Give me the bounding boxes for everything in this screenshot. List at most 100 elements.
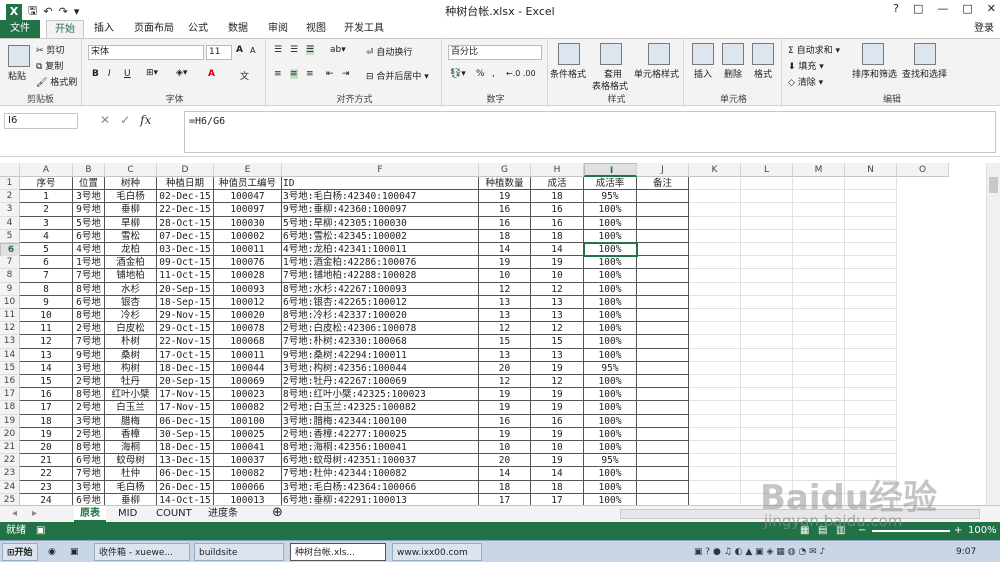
table-cell[interactable]: 100% bbox=[584, 322, 637, 336]
row-header[interactable]: 22 bbox=[0, 454, 20, 468]
table-cell[interactable]: 3号地:毛白杨:42340:100047 bbox=[282, 190, 479, 204]
table-cell[interactable]: 18 bbox=[531, 190, 584, 204]
table-cell[interactable] bbox=[793, 269, 845, 283]
header-cell[interactable]: 成活 bbox=[531, 177, 584, 191]
table-cell[interactable]: 100% bbox=[584, 295, 637, 309]
table-cell[interactable]: 100082 bbox=[214, 401, 282, 415]
font-size-select[interactable]: 11 bbox=[206, 45, 232, 60]
decimal-icons[interactable]: ←.0 .00 bbox=[506, 69, 536, 78]
table-cell[interactable]: 腊梅 bbox=[105, 414, 157, 428]
table-cell[interactable]: 8号地 bbox=[73, 388, 105, 402]
table-cell[interactable] bbox=[689, 493, 741, 505]
table-cell[interactable] bbox=[689, 282, 741, 296]
zoom-level[interactable]: 100% bbox=[968, 522, 997, 540]
table-cell[interactable]: 2号地:白玉兰:42325:100082 bbox=[282, 401, 479, 415]
table-cell[interactable]: 19 bbox=[531, 361, 584, 375]
table-cell[interactable]: 29-Nov-15 bbox=[157, 309, 214, 323]
table-cell[interactable] bbox=[845, 309, 897, 323]
table-cell[interactable]: 100041 bbox=[214, 441, 282, 455]
table-cell[interactable]: 19 bbox=[531, 427, 584, 441]
table-cell[interactable]: 02-Dec-15 bbox=[157, 190, 214, 204]
table-cell[interactable]: 1号地 bbox=[73, 256, 105, 270]
close-button[interactable]: ✕ bbox=[987, 2, 996, 15]
table-cell[interactable] bbox=[793, 243, 845, 257]
row-header[interactable]: 12 bbox=[0, 322, 20, 336]
table-cell[interactable]: 12 bbox=[531, 282, 584, 296]
row-header[interactable]: 21 bbox=[0, 441, 20, 455]
table-cell[interactable] bbox=[741, 309, 793, 323]
align-center-icon[interactable]: ≡ bbox=[290, 69, 298, 79]
table-cell[interactable]: 10 bbox=[479, 441, 531, 455]
shrink-font-button[interactable]: A bbox=[250, 46, 255, 55]
taskbar-item-buildsite[interactable]: buildsite bbox=[194, 543, 284, 561]
row-header[interactable]: 3 bbox=[0, 203, 20, 217]
table-cell[interactable]: 100% bbox=[584, 216, 637, 230]
table-cell[interactable]: 2号地:香樟:42277:100025 bbox=[282, 427, 479, 441]
table-cell[interactable]: 14 bbox=[479, 243, 531, 257]
top-align-icon[interactable]: ☰ bbox=[274, 45, 282, 55]
table-cell[interactable]: 12 bbox=[531, 322, 584, 336]
sheet-tab-progress[interactable]: 进度条 bbox=[202, 506, 244, 522]
row-header[interactable]: 20 bbox=[0, 427, 20, 441]
find-select-icon[interactable] bbox=[914, 43, 936, 65]
table-cell[interactable] bbox=[637, 335, 689, 349]
table-cell[interactable]: 100097 bbox=[214, 203, 282, 217]
table-cell[interactable]: 12 bbox=[479, 375, 531, 389]
table-cell[interactable]: 100100 bbox=[214, 414, 282, 428]
table-cell[interactable]: 13 bbox=[531, 309, 584, 323]
table-cell[interactable] bbox=[845, 177, 897, 191]
table-cell[interactable]: 100093 bbox=[214, 282, 282, 296]
taskbar-item-excel[interactable]: 种树台帐.xls... bbox=[290, 543, 386, 561]
table-cell[interactable]: 6 bbox=[20, 256, 73, 270]
table-cell[interactable]: 16 bbox=[531, 203, 584, 217]
table-cell[interactable]: 100076 bbox=[214, 256, 282, 270]
table-cell[interactable]: 8号地:冷杉:42337:100020 bbox=[282, 309, 479, 323]
table-cell[interactable] bbox=[793, 388, 845, 402]
browser-icon[interactable]: ◉ bbox=[44, 543, 62, 561]
table-cell[interactable]: 7号地 bbox=[73, 335, 105, 349]
row-header[interactable]: 7 bbox=[0, 256, 20, 270]
row-header[interactable]: 4 bbox=[0, 216, 20, 230]
table-cell[interactable] bbox=[793, 348, 845, 362]
table-cell[interactable] bbox=[793, 335, 845, 349]
table-cell[interactable]: 95% bbox=[584, 190, 637, 204]
table-cell[interactable]: 100066 bbox=[214, 480, 282, 494]
table-cell[interactable]: 桑树 bbox=[105, 348, 157, 362]
header-cell[interactable]: 位置 bbox=[73, 177, 105, 191]
tab-insert[interactable]: 插入 bbox=[86, 20, 122, 38]
font-color-button[interactable]: A bbox=[208, 69, 215, 79]
bold-button[interactable]: B bbox=[92, 69, 99, 79]
bottom-align-icon[interactable]: ☰ bbox=[306, 45, 315, 55]
tab-review[interactable]: 审阅 bbox=[260, 20, 296, 38]
fill-color-icon[interactable]: ◈▾ bbox=[176, 68, 187, 78]
table-cell[interactable]: 100% bbox=[584, 388, 637, 402]
header-cell[interactable]: 备注 bbox=[637, 177, 689, 191]
tab-developer[interactable]: 开发工具 bbox=[336, 20, 392, 38]
table-cell[interactable] bbox=[845, 388, 897, 402]
table-cell[interactable]: 6号地 bbox=[73, 229, 105, 243]
table-cell[interactable]: 8 bbox=[20, 282, 73, 296]
tab-page-layout[interactable]: 页面布局 bbox=[126, 20, 182, 38]
table-cell[interactable]: 100% bbox=[584, 375, 637, 389]
table-cell[interactable]: 13 bbox=[531, 348, 584, 362]
table-cell[interactable]: 100% bbox=[584, 441, 637, 455]
table-cell[interactable] bbox=[845, 414, 897, 428]
header-cell[interactable]: ID bbox=[282, 177, 479, 191]
phonetic-button[interactable]: 文 bbox=[240, 69, 249, 82]
table-cell[interactable] bbox=[741, 348, 793, 362]
table-cell[interactable]: 100011 bbox=[214, 243, 282, 257]
table-cell[interactable] bbox=[741, 375, 793, 389]
table-cell[interactable]: 9号地 bbox=[73, 203, 105, 217]
table-cell[interactable] bbox=[741, 229, 793, 243]
row-header[interactable]: 6 bbox=[0, 243, 20, 257]
table-cell[interactable]: 16 bbox=[531, 216, 584, 230]
autosum-button[interactable]: Σ 自动求和 ▾ bbox=[788, 43, 840, 56]
row-header[interactable]: 5 bbox=[0, 229, 20, 243]
table-cell[interactable] bbox=[845, 441, 897, 455]
table-cell[interactable]: 蚊母树 bbox=[105, 454, 157, 468]
table-cell[interactable]: 19 bbox=[531, 388, 584, 402]
column-header[interactable]: H bbox=[531, 163, 584, 177]
table-cell[interactable] bbox=[637, 388, 689, 402]
table-cell[interactable] bbox=[689, 467, 741, 481]
table-cell[interactable] bbox=[637, 348, 689, 362]
